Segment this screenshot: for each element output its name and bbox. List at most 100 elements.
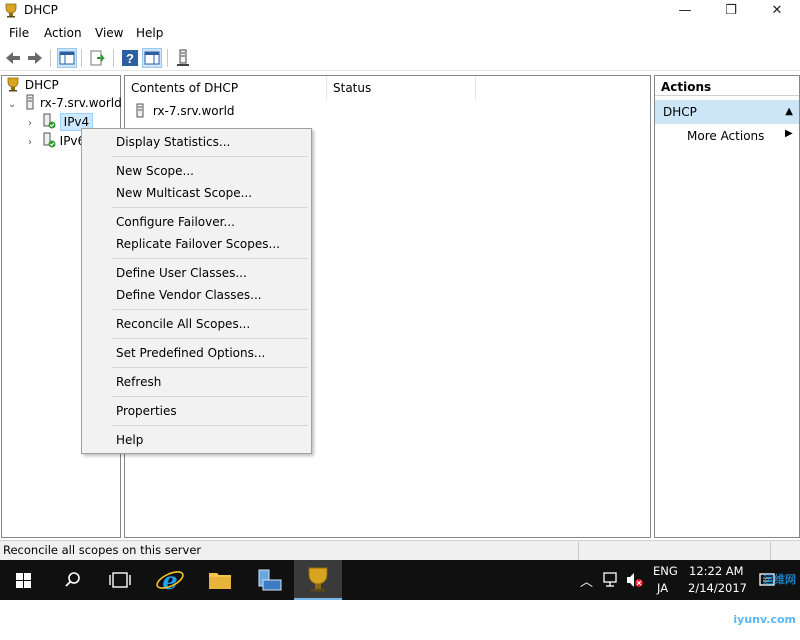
server-manager-button[interactable]: [245, 560, 293, 600]
network-icon[interactable]: [601, 570, 621, 590]
task-view-button[interactable]: [96, 560, 144, 600]
file-explorer-button[interactable]: [196, 560, 244, 600]
svg-text:?: ?: [126, 51, 134, 66]
server-icon[interactable]: [173, 48, 193, 68]
column-header-status[interactable]: Status: [327, 76, 476, 100]
toolbar-separator: [81, 49, 82, 67]
svg-text:e: e: [162, 566, 177, 595]
menu-display-statistics[interactable]: Display Statistics...: [116, 131, 230, 153]
chevron-right-icon[interactable]: ›: [28, 118, 32, 129]
menu-new-scope[interactable]: New Scope...: [116, 160, 194, 182]
collapse-arrow-icon[interactable]: ▲: [785, 100, 793, 124]
ime-indicator[interactable]: JA: [657, 581, 668, 595]
menu-action[interactable]: Action: [44, 26, 82, 40]
toolbar: ?: [0, 45, 800, 71]
ipv4-server-icon: [43, 113, 56, 129]
help-icon[interactable]: ?: [120, 48, 140, 68]
volume-muted-icon[interactable]: [625, 570, 645, 590]
search-button[interactable]: [48, 560, 96, 600]
menu-help[interactable]: Help: [116, 429, 143, 451]
list-item-name: rx-7.srv.world: [152, 104, 235, 118]
ipv6-server-icon: [43, 132, 56, 148]
tree-node-dhcp[interactable]: DHCP: [5, 76, 59, 94]
toolbar-separator: [113, 49, 114, 67]
dhcp-icon: [308, 567, 328, 592]
context-menu: Display Statistics... New Scope... New M…: [81, 128, 312, 454]
minimize-icon: —: [678, 3, 692, 18]
actions-pane: Actions DHCP ▲ More Actions ▶: [654, 75, 800, 538]
maximize-icon: ❐: [725, 3, 737, 18]
internet-explorer-button[interactable]: e: [146, 560, 194, 600]
back-arrow-icon[interactable]: [3, 48, 23, 68]
menu-separator: [112, 396, 308, 397]
show-hide-action-pane-button[interactable]: [142, 48, 162, 68]
status-bar: Reconcile all scopes on this server: [0, 540, 800, 560]
submenu-arrow-icon: ▶: [785, 128, 793, 139]
language-indicator[interactable]: ENG: [653, 564, 678, 578]
column-header-contents[interactable]: Contents of DHCP: [125, 76, 327, 100]
menu-separator: [112, 258, 308, 259]
menu-separator: [112, 156, 308, 157]
actions-section-label: DHCP: [663, 105, 697, 119]
menu-new-multicast-scope[interactable]: New Multicast Scope...: [116, 182, 252, 204]
watermark-logo: 运维网 iyunv.com: [733, 573, 796, 626]
menu-separator: [112, 207, 308, 208]
forward-arrow-icon[interactable]: [25, 48, 45, 68]
server-icon: [26, 94, 34, 110]
start-button[interactable]: [0, 560, 48, 600]
close-icon: ✕: [771, 3, 783, 18]
dhcp-icon: [7, 77, 19, 92]
more-actions-item[interactable]: More Actions: [687, 126, 764, 146]
task-view-icon: [109, 572, 131, 588]
dhcp-app-icon: [5, 3, 17, 18]
menu-refresh[interactable]: Refresh: [116, 371, 161, 393]
close-button[interactable]: ✕: [754, 0, 800, 22]
menu-define-user-classes[interactable]: Define User Classes...: [116, 262, 247, 284]
toolbar-separator: [50, 49, 51, 67]
menu-properties[interactable]: Properties: [116, 400, 177, 422]
server-manager-icon: [258, 569, 282, 591]
folder-icon: [209, 573, 231, 589]
toolbar-separator: [167, 49, 168, 67]
internet-explorer-icon: e: [156, 566, 184, 595]
taskbar: e ︿ ENG JA 12:22 AM 2/14/2017 运维网 iyunv.…: [0, 560, 800, 626]
actions-title: Actions: [655, 76, 799, 96]
export-list-icon[interactable]: [88, 48, 108, 68]
title-bar: DHCP — ❐ ✕: [0, 0, 800, 22]
actions-section-dhcp[interactable]: DHCP ▲: [655, 100, 799, 124]
menu-separator: [112, 338, 308, 339]
menu-view[interactable]: View: [95, 26, 123, 40]
menu-file[interactable]: File: [9, 26, 29, 40]
server-icon: [136, 103, 144, 118]
menu-set-predefined-options[interactable]: Set Predefined Options...: [116, 342, 265, 364]
show-hidden-icons-icon[interactable]: ︿: [580, 571, 593, 590]
chevron-down-icon[interactable]: ⌄: [8, 99, 16, 110]
search-icon: [65, 572, 80, 587]
chevron-right-icon[interactable]: ›: [28, 137, 32, 148]
status-divider: [578, 542, 579, 560]
tree-node-server[interactable]: ⌄ rx-7.srv.world: [8, 94, 122, 112]
tree-label-dhcp: DHCP: [24, 78, 59, 92]
console-tree-icon: [59, 51, 75, 65]
menu-define-vendor-classes[interactable]: Define Vendor Classes...: [116, 284, 262, 306]
list-item[interactable]: rx-7.srv.world: [135, 102, 235, 120]
action-pane-icon: [144, 51, 160, 65]
status-divider: [770, 542, 771, 560]
more-actions-label: More Actions: [687, 129, 765, 143]
menu-help[interactable]: Help: [136, 26, 163, 40]
show-hide-console-tree-button[interactable]: [57, 48, 77, 68]
menu-configure-failover[interactable]: Configure Failover...: [116, 211, 235, 233]
status-text: Reconcile all scopes on this server: [3, 543, 202, 557]
tree-label-server: rx-7.srv.world: [40, 96, 122, 110]
menu-separator: [112, 309, 308, 310]
minimize-button[interactable]: —: [662, 0, 708, 22]
dhcp-taskbar-button[interactable]: [294, 560, 342, 600]
menu-reconcile-all-scopes[interactable]: Reconcile All Scopes...: [116, 313, 250, 335]
maximize-button[interactable]: ❐: [708, 0, 754, 22]
tree-node-ipv6[interactable]: › IPv6: [28, 132, 85, 150]
menu-separator: [112, 367, 308, 368]
menu-replicate-failover-scopes[interactable]: Replicate Failover Scopes...: [116, 233, 280, 255]
window-title: DHCP: [24, 3, 58, 17]
menu-bar: File Action View Help: [0, 23, 800, 43]
menu-separator: [112, 425, 308, 426]
